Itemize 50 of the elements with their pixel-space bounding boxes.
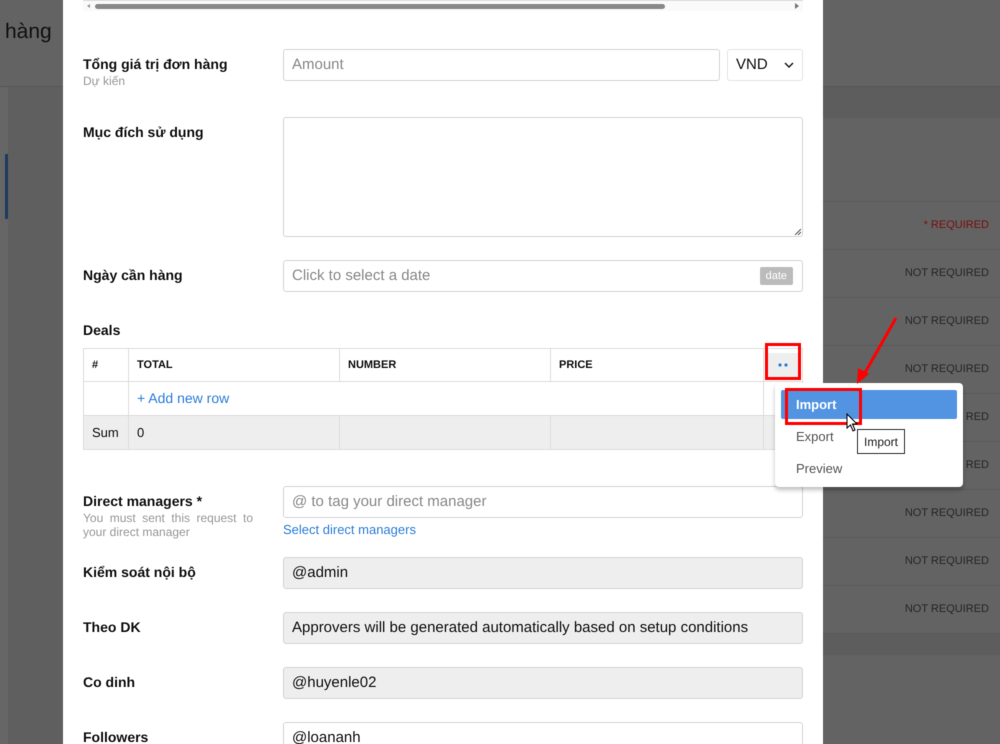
- add-row-link[interactable]: + Add new row: [137, 388, 230, 409]
- requirement-label: NOT REQUIRED: [904, 266, 989, 282]
- requirement-label: RED: [966, 410, 989, 426]
- column-header: TOTAL: [129, 349, 340, 381]
- tag-input-field[interactable]: @ to tag your direct manager: [283, 486, 803, 518]
- field-label: Direct managers *: [83, 492, 204, 510]
- mouse-pointer-icon: [846, 413, 858, 432]
- more-icon: [778, 363, 788, 367]
- date-field[interactable]: Click to select a date date: [283, 260, 803, 292]
- requirement-label: NOT REQUIRED: [904, 602, 989, 618]
- amount-field[interactable]: Amount: [283, 49, 720, 81]
- resize-handle-icon[interactable]: [794, 228, 801, 235]
- page-title: hàng: [5, 19, 53, 45]
- table-cell-text: Sum: [92, 424, 119, 442]
- readonly-field: @huyenle02: [283, 667, 803, 699]
- input-field[interactable]: @loananh: [283, 722, 803, 744]
- requirement-label: NOT REQUIRED: [904, 314, 989, 330]
- field-hint: Dự kiến: [83, 74, 126, 88]
- menu-item[interactable]: Import: [781, 390, 957, 419]
- field-label: Followers: [83, 728, 150, 744]
- column-header: PRICE: [551, 349, 764, 381]
- field-label: Tổng giá trị đơn hàng: [83, 55, 228, 73]
- field-label: Kiểm soát nội bộ: [83, 563, 197, 581]
- tooltip: Import: [857, 429, 906, 454]
- scrollbar[interactable]: [83, 1, 803, 11]
- requirement-label: NOT REQUIRED: [904, 506, 989, 522]
- chevron-icon: [784, 62, 794, 68]
- requirement-label: * REQUIRED: [924, 218, 989, 234]
- more-button[interactable]: [767, 352, 799, 378]
- readonly-field: Approvers will be generated automatically based on setup conditions: [283, 612, 803, 644]
- requirement-label: NOT REQUIRED: [904, 362, 989, 378]
- field-hint: You must sent this request to your direct manager: [83, 511, 253, 539]
- menu-item[interactable]: Export: [781, 422, 849, 451]
- requirement-label: RED: [966, 458, 989, 474]
- select-managers-link[interactable]: Select direct managers: [283, 522, 416, 538]
- currency-select[interactable]: VND: [727, 49, 803, 81]
- field-label: Theo DK: [83, 618, 142, 636]
- section-title: Deals: [83, 321, 122, 339]
- field-label: Mục đích sử dụng: [83, 123, 205, 141]
- date-badge: date: [760, 266, 793, 286]
- active-indicator: [5, 154, 8, 219]
- table-cell-text: 0: [137, 424, 144, 442]
- field-label: Ngày cần hàng: [83, 266, 184, 284]
- highlight-box: [765, 343, 801, 380]
- readonly-field: @admin: [283, 557, 803, 589]
- column-header: #: [84, 349, 129, 381]
- column-header: NUMBER: [340, 349, 551, 381]
- requirement-label: NOT REQUIRED: [904, 554, 989, 570]
- field-label: Co dinh: [83, 673, 136, 691]
- menu-item[interactable]: Preview: [781, 454, 858, 483]
